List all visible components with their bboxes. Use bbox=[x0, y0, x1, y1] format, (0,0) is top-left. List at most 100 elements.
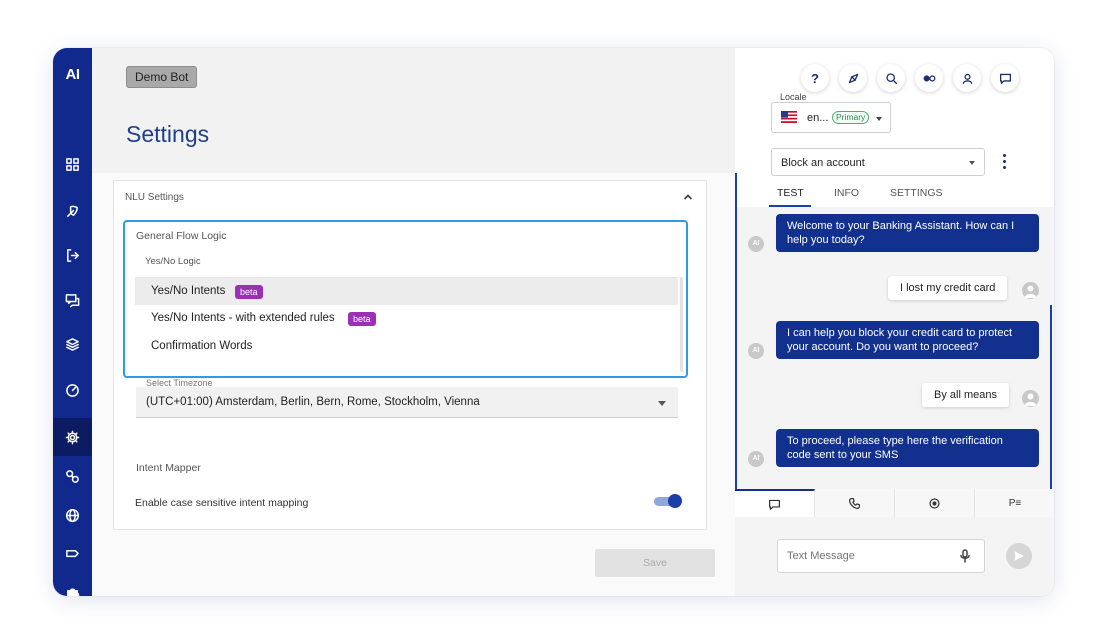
search-icon bbox=[885, 72, 897, 84]
timezone-select[interactable]: (UTC+01:00) Amsterdam, Berlin, Bern, Rom… bbox=[136, 387, 678, 418]
record-icon bbox=[929, 497, 940, 509]
chat-transcript[interactable]: Welcome to your Banking Assistant. How c… bbox=[735, 207, 1054, 489]
chat-test-panel: ? Locale en... Primary Block an account … bbox=[735, 48, 1054, 596]
intent-mapper-heading: Intent Mapper bbox=[136, 462, 201, 474]
user-avatar-icon bbox=[1022, 282, 1039, 299]
channel-tab-record[interactable] bbox=[895, 489, 975, 517]
phone-icon bbox=[849, 497, 860, 509]
user-message: I lost my credit card bbox=[888, 276, 1008, 300]
sidebar-item-labels[interactable] bbox=[53, 534, 92, 572]
locale-label: Locale bbox=[780, 92, 807, 102]
message-button[interactable] bbox=[991, 64, 1019, 92]
channel-tab-voice[interactable] bbox=[815, 489, 895, 517]
caret-down-icon bbox=[658, 401, 666, 406]
link-icon bbox=[66, 469, 79, 483]
send-button[interactable] bbox=[1006, 543, 1032, 569]
option-label: Yes/No Intents - with extended rules bbox=[151, 312, 335, 324]
beta-badge: beta bbox=[348, 312, 376, 326]
locale-select[interactable]: en... Primary bbox=[771, 102, 891, 133]
app-window: AI Demo Bot Settings NLU Settings Select… bbox=[53, 48, 1054, 596]
chat-bubbles-icon bbox=[65, 293, 80, 307]
sidebar-item-export[interactable] bbox=[53, 236, 92, 274]
toggle-knob bbox=[668, 494, 682, 508]
sidebar-item-layers[interactable] bbox=[53, 325, 92, 363]
tag-icon bbox=[66, 549, 79, 557]
sidebar-item-analytics[interactable] bbox=[53, 371, 92, 409]
general-flow-logic-dropdown[interactable]: General Flow Logic Yes/No Logic Yes/No I… bbox=[123, 220, 688, 378]
message-icon bbox=[999, 73, 1011, 84]
bot-name-badge[interactable]: Demo Bot bbox=[126, 66, 198, 88]
more-options-icon[interactable] bbox=[1002, 153, 1008, 171]
sidebar: AI bbox=[53, 48, 92, 596]
dropdown-option-confirmation-words[interactable]: Confirmation Words bbox=[135, 333, 678, 360]
us-flag-icon bbox=[781, 111, 797, 123]
sidebar-item-conversations[interactable] bbox=[53, 281, 92, 319]
compass-icon bbox=[848, 73, 858, 83]
flow-select-value: Block an account bbox=[781, 157, 865, 169]
panel-accent-bar bbox=[735, 173, 737, 493]
bot-avatar: AI bbox=[748, 236, 764, 252]
rocket-icon bbox=[67, 205, 78, 217]
dropdown-group-label: Yes/No Logic bbox=[145, 256, 201, 267]
sidebar-item-settings[interactable] bbox=[53, 418, 92, 456]
sidebar-item-languages[interactable] bbox=[53, 496, 92, 534]
beta-badge: beta bbox=[235, 285, 263, 299]
message-composer bbox=[735, 517, 1054, 596]
case-sensitive-label: Enable case sensitive intent mapping bbox=[135, 497, 309, 509]
dropdown-option-yes-no-extended[interactable]: Yes/No Intents - with extended rules bet… bbox=[135, 305, 678, 332]
option-label: Confirmation Words bbox=[151, 340, 253, 352]
help-icon: ? bbox=[811, 70, 819, 86]
search-button[interactable] bbox=[877, 64, 905, 92]
flow-select[interactable]: Block an account bbox=[771, 148, 985, 176]
user-button[interactable] bbox=[953, 64, 981, 92]
page-title: Settings bbox=[126, 121, 210, 147]
save-button[interactable]: Save bbox=[595, 549, 715, 577]
gauge-icon bbox=[66, 383, 79, 397]
primary-badge: Primary bbox=[832, 111, 870, 124]
locale-value: en... bbox=[807, 112, 829, 124]
user-icon bbox=[962, 73, 972, 84]
help-button[interactable]: ? bbox=[801, 64, 829, 92]
dropdown-label: General Flow Logic bbox=[136, 230, 227, 242]
puzzle-icon bbox=[67, 588, 80, 596]
caret-down-icon bbox=[876, 117, 882, 121]
channel-tab-chat[interactable] bbox=[735, 489, 815, 517]
explore-button[interactable] bbox=[839, 64, 867, 92]
sidebar-item-dashboard[interactable] bbox=[53, 145, 92, 183]
dropdown-scrollbar[interactable] bbox=[678, 277, 686, 372]
timezone-value: (UTC+01:00) Amsterdam, Berlin, Bern, Rom… bbox=[146, 396, 480, 408]
sidebar-item-deploy[interactable] bbox=[53, 192, 92, 230]
gear-icon bbox=[65, 430, 80, 444]
debug-toggle-button[interactable] bbox=[915, 64, 943, 92]
sidebar-item-plugins[interactable] bbox=[53, 574, 92, 596]
tab-test[interactable]: TEST bbox=[777, 187, 804, 199]
microphone-icon[interactable] bbox=[959, 549, 971, 563]
globe-icon bbox=[65, 508, 80, 522]
bot-avatar: AI bbox=[748, 451, 764, 467]
sidebar-item-integrations[interactable] bbox=[53, 457, 92, 495]
dropdown-option-yes-no-intents[interactable]: Yes/No Intents beta bbox=[135, 278, 678, 305]
tab-info[interactable]: INFO bbox=[834, 187, 859, 199]
app-logo[interactable]: AI bbox=[53, 66, 92, 83]
case-sensitive-toggle[interactable] bbox=[654, 494, 682, 508]
chat-scrollbar[interactable] bbox=[1050, 305, 1052, 490]
nlu-settings-title: NLU Settings bbox=[125, 192, 184, 203]
user-avatar-icon bbox=[1022, 390, 1039, 407]
user-message: By all means bbox=[922, 383, 1009, 407]
channel-tabs: P≡ bbox=[735, 489, 1054, 517]
send-icon bbox=[1014, 551, 1024, 561]
pe-icon: P≡ bbox=[1008, 497, 1022, 509]
channel-tab-pe[interactable]: P≡ bbox=[975, 489, 1054, 517]
option-label: Yes/No Intents bbox=[151, 285, 226, 297]
layers-icon bbox=[66, 337, 79, 351]
collapse-chevron-icon[interactable] bbox=[682, 190, 694, 202]
bot-avatar: AI bbox=[748, 343, 764, 359]
text-message-input[interactable] bbox=[777, 539, 985, 573]
bot-message: To proceed, please type here the verific… bbox=[776, 429, 1039, 467]
tab-settings[interactable]: SETTINGS bbox=[890, 187, 943, 199]
logout-icon bbox=[67, 248, 79, 262]
bot-message: Welcome to your Banking Assistant. How c… bbox=[776, 214, 1039, 252]
chat-icon bbox=[769, 499, 780, 510]
bot-message: I can help you block your credit card to… bbox=[776, 321, 1039, 359]
toggle-dots-icon bbox=[923, 74, 935, 82]
